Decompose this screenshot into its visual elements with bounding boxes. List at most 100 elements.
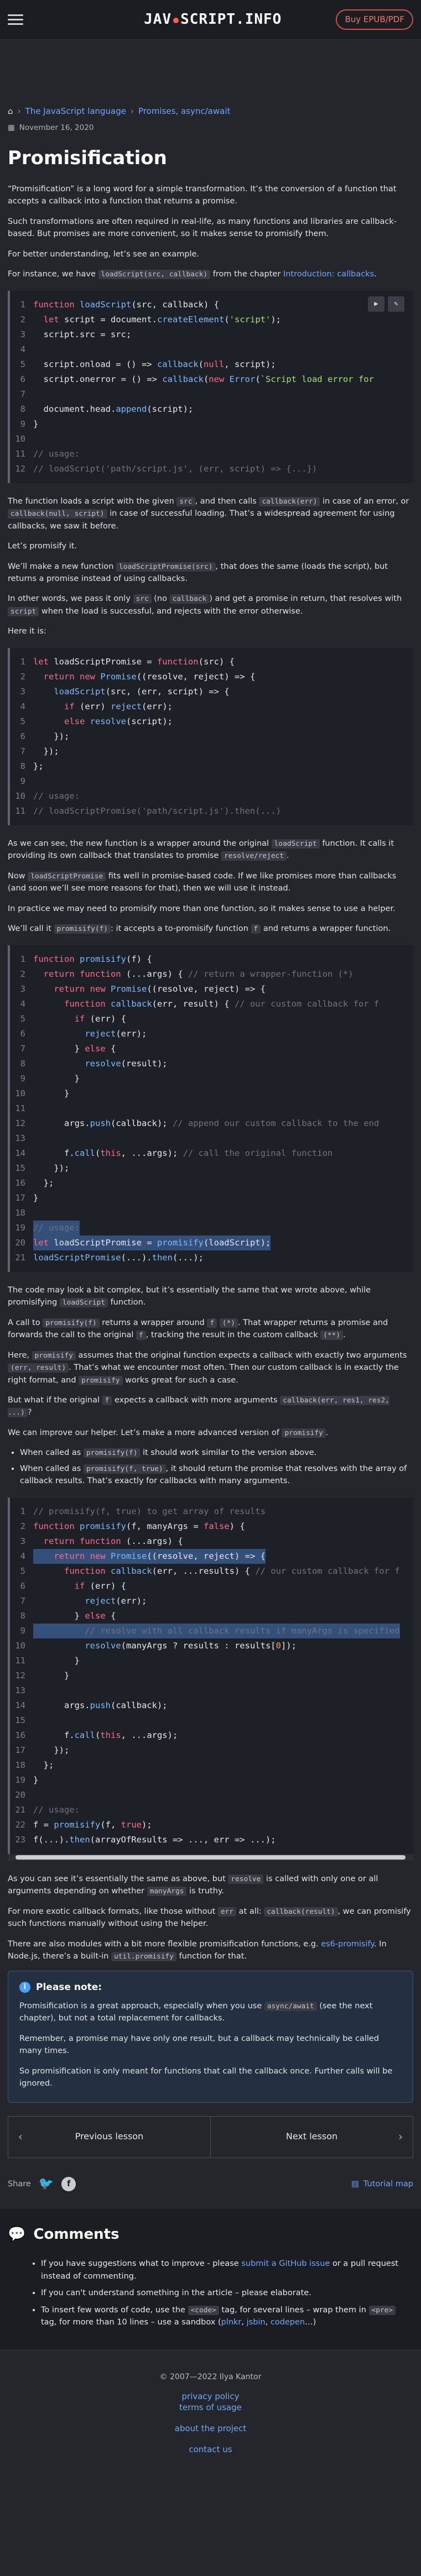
- code-line: 14 f.call(this, ...args); // call the or…: [10, 1146, 413, 1161]
- list-item: If you can't understand something in the…: [41, 2287, 413, 2299]
- comments-icon: 💬: [8, 2226, 26, 2243]
- code-line: 4 if (err) reject(err);: [10, 699, 413, 714]
- link-introduction-callbacks[interactable]: Introduction: callbacks: [283, 270, 374, 279]
- code-text: f = promisify(f, true);: [33, 1819, 152, 1830]
- line-number: 3: [20, 983, 25, 994]
- terms-link[interactable]: terms of usage: [8, 2402, 413, 2413]
- line-number: 21: [15, 1252, 25, 1263]
- link-plnkr[interactable]: plnkr: [221, 2318, 242, 2327]
- code-line: 11 // usage:: [10, 447, 413, 462]
- list-item: To insert few words of code, use the <co…: [41, 2304, 413, 2329]
- menu-icon[interactable]: [8, 14, 23, 25]
- share-label: Share: [8, 2179, 31, 2188]
- site-logo[interactable]: JAV SCRIPT.INFO: [77, 8, 282, 30]
- code-text: }: [33, 1073, 80, 1083]
- breadcrumb-promises[interactable]: Promises, async/await: [138, 105, 230, 118]
- next-lesson-button[interactable]: Next lesson ›: [211, 2117, 413, 2158]
- code-text: });: [33, 1163, 70, 1173]
- line-number: 6: [20, 374, 25, 384]
- line-number: 3: [20, 686, 25, 697]
- link-jsbin[interactable]: jsbin: [247, 2318, 266, 2327]
- code-line: 6 });: [10, 729, 413, 744]
- line-number: 12: [15, 463, 25, 474]
- line-number: 15: [15, 1163, 25, 1173]
- paragraph: For better understanding, let’s see an e…: [8, 249, 199, 259]
- line-number: 6: [20, 731, 25, 741]
- code-line: 18 };: [10, 1758, 413, 1773]
- code-text: // promisify(f, true) to get array of re…: [33, 1506, 266, 1516]
- tutorial-map-link[interactable]: ▤ Tutorial map: [351, 2178, 413, 2190]
- code-text: }: [33, 418, 39, 429]
- code-text: // usage:: [33, 1220, 80, 1235]
- home-icon[interactable]: ⌂: [8, 105, 13, 118]
- previous-lesson-button[interactable]: ‹ Previous lesson: [8, 2116, 211, 2158]
- chevron-right-icon: ›: [398, 2130, 403, 2144]
- code-text: }: [33, 1774, 39, 1785]
- code-line: 4 function callback(err, result) { // ou…: [10, 997, 413, 1012]
- code-line: 9 // resolve with all callback results i…: [10, 1623, 413, 1638]
- line-number: 7: [20, 389, 25, 399]
- paragraph: Such transformations are often required …: [8, 217, 397, 239]
- code-line: 2 return function (...args) { // return …: [10, 967, 413, 982]
- code-text: }: [33, 1192, 39, 1203]
- line-number: 23: [15, 1834, 25, 1845]
- code-text: else resolve(script);: [64, 716, 173, 726]
- code-text: function callback(err, ...results) { // …: [64, 1566, 400, 1576]
- facebook-icon[interactable]: f: [61, 2176, 76, 2191]
- line-number: 19: [15, 1222, 25, 1233]
- line-number: 2: [20, 1521, 25, 1531]
- code-text: let script = document.createElement('scr…: [43, 314, 281, 324]
- code-text: function promisify(f, manyArgs = false) …: [33, 1521, 245, 1531]
- code-scrollbar[interactable]: [8, 1854, 413, 1861]
- lesson-pager: ‹ Previous lesson Next lesson ›: [8, 2116, 413, 2158]
- twitter-icon[interactable]: 🐦: [39, 2175, 54, 2193]
- paragraph: As we can see, the new function is a wra…: [8, 839, 394, 861]
- breadcrumb: ⌂ › The JavaScript language › Promises, …: [0, 40, 421, 118]
- about-link[interactable]: about the project: [8, 2423, 413, 2434]
- code-line: 8 document.head.append(script);: [10, 402, 413, 417]
- code-line: 5 function callback(err, ...results) { /…: [10, 1564, 413, 1579]
- run-icon[interactable]: ▶: [368, 296, 384, 312]
- line-number: 5: [20, 1013, 25, 1024]
- code-line: 1 // promisify(f, true) to get array of r…: [10, 1504, 413, 1519]
- link-codepen[interactable]: codepen: [271, 2318, 305, 2327]
- link-es6-promisify[interactable]: es6-promisify: [321, 1940, 374, 1949]
- code-line: 13: [10, 1131, 413, 1146]
- code-line: 7: [10, 387, 413, 402]
- breadcrumb-js-language[interactable]: The JavaScript language: [25, 105, 126, 118]
- code-line: 9: [10, 774, 413, 789]
- code-text: script.onerror = () => callback(new Erro…: [33, 374, 374, 384]
- line-number: 11: [15, 1103, 25, 1113]
- line-number: 15: [15, 1715, 25, 1725]
- code-line: 12 }: [10, 1668, 413, 1683]
- code-text: f.call(this, ...args);: [33, 1730, 178, 1740]
- code-text: args.push(callback); // append our custo…: [33, 1118, 380, 1128]
- edit-icon[interactable]: ✎: [388, 296, 404, 312]
- code-text: // loadScript('path/script.js', (err, sc…: [33, 463, 318, 474]
- code-text: function promisify(f) {: [33, 954, 152, 964]
- line-number: 6: [20, 1028, 25, 1039]
- code-line: 23 f(...).then(arrayOfResults => ..., err…: [10, 1832, 413, 1847]
- link-github-issue[interactable]: submit a GitHub issue: [241, 2259, 330, 2268]
- line-number: 11: [15, 805, 25, 816]
- buy-epub-button[interactable]: Buy EPUB/PDF: [336, 9, 413, 30]
- code-line: 21 loadScriptPromise(...).then(...);: [10, 1250, 413, 1265]
- top-bar: JAV SCRIPT.INFO Buy EPUB/PDF: [0, 0, 421, 40]
- privacy-policy-link[interactable]: privacy policy: [8, 2391, 413, 2402]
- breadcrumb-separator: ›: [131, 106, 134, 116]
- logo-text-right: SCRIPT.INFO: [180, 11, 282, 28]
- code-line: 6 script.onerror = () => callback(new Er…: [10, 372, 413, 387]
- contact-link[interactable]: contact us: [8, 2444, 413, 2455]
- line-number: 10: [15, 1640, 25, 1651]
- code-text: loadScript(src, (err, script) => {: [54, 686, 230, 697]
- code-text: });: [33, 1745, 70, 1755]
- line-number: 18: [15, 1760, 25, 1770]
- line-number: 13: [15, 1133, 25, 1143]
- code-line: 7 });: [10, 744, 413, 759]
- code-line: 11 }: [10, 1653, 413, 1668]
